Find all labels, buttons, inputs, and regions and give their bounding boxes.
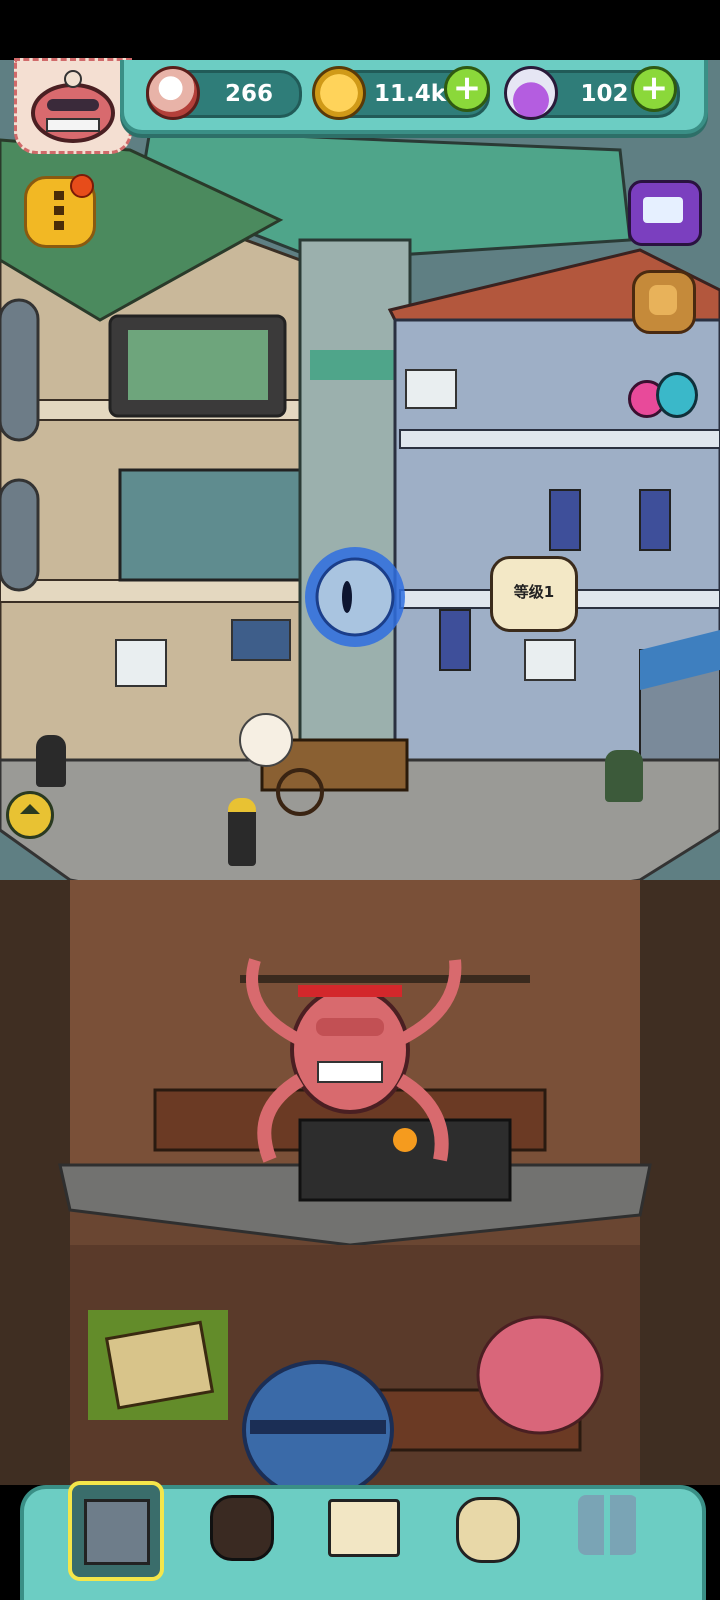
octopus-chef[interactable] bbox=[250, 980, 460, 1160]
potion-icon bbox=[504, 66, 558, 120]
coin-count: 11.4k bbox=[373, 81, 447, 107]
tv-ad-button[interactable] bbox=[628, 180, 702, 246]
building-icon bbox=[84, 1499, 150, 1565]
monster-grid-icon bbox=[578, 1495, 638, 1555]
game-scene: 等级1 266 11.4k + 102 + bbox=[0, 0, 720, 1600]
resource-bar: 266 11.4k + 102 + bbox=[120, 60, 708, 134]
book-icon bbox=[328, 1499, 400, 1557]
fire-monster-tab[interactable] bbox=[196, 1481, 284, 1573]
pedestrian-blonde[interactable] bbox=[228, 798, 256, 866]
money-bag-tab[interactable] bbox=[444, 1481, 532, 1573]
menu-icon bbox=[54, 191, 64, 231]
fire-monster-icon bbox=[210, 1495, 274, 1561]
player-avatar[interactable] bbox=[14, 58, 132, 154]
home-button[interactable] bbox=[6, 791, 54, 839]
monster-grid-tab[interactable] bbox=[564, 1481, 652, 1573]
bottom-nav bbox=[20, 1481, 706, 1600]
eyeball-icon bbox=[146, 66, 200, 120]
egg-cyan bbox=[656, 372, 698, 418]
monster-avatar-icon bbox=[31, 70, 115, 143]
money-bag-icon bbox=[456, 1497, 520, 1563]
food-cart[interactable] bbox=[262, 700, 412, 810]
add-potion-button[interactable]: + bbox=[631, 66, 677, 112]
coin-icon bbox=[312, 66, 366, 120]
backpack-icon bbox=[649, 285, 677, 315]
book-tab[interactable] bbox=[320, 1481, 408, 1573]
pedestrian-left[interactable] bbox=[36, 735, 66, 787]
building-tab[interactable] bbox=[68, 1481, 164, 1581]
notification-dot bbox=[70, 174, 94, 198]
home-icon bbox=[20, 804, 40, 814]
add-coins-button[interactable]: + bbox=[444, 66, 490, 112]
spell-book[interactable] bbox=[95, 1315, 225, 1415]
pink-monster[interactable] bbox=[478, 1318, 603, 1433]
level-speech-bubble[interactable]: 等级1 bbox=[490, 556, 578, 632]
eyeball-count: 266 bbox=[224, 81, 273, 107]
portal[interactable] bbox=[305, 547, 405, 647]
sleeping-blue-monster[interactable] bbox=[245, 1365, 395, 1490]
pedestrian-zombie[interactable] bbox=[605, 750, 643, 802]
backpack-button[interactable] bbox=[632, 270, 696, 334]
tv-ad-icon bbox=[643, 197, 683, 223]
monster-eggs-button[interactable] bbox=[628, 360, 698, 428]
